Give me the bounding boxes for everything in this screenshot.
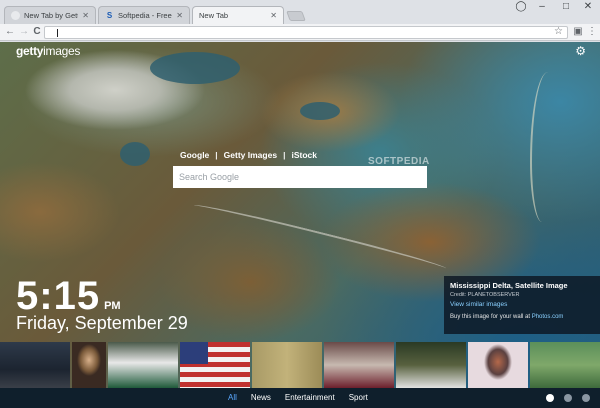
lake-shape: [120, 142, 150, 166]
clock-ampm: PM: [104, 300, 121, 312]
link-getty-images[interactable]: Getty Images: [224, 150, 277, 160]
search-input[interactable]: [173, 166, 427, 188]
back-button[interactable]: ←: [4, 26, 16, 38]
thumbnail-strip: [0, 342, 600, 388]
image-title: Mississippi Delta, Satellite Image: [450, 281, 568, 290]
lake-shape: [150, 52, 240, 84]
coastline-shape: [530, 72, 560, 222]
toolbar: ← → C ☆ ▣ ⋮: [0, 24, 600, 41]
flag-canton: [180, 342, 208, 364]
thumbnail[interactable]: [396, 342, 466, 388]
forward-button[interactable]: →: [18, 26, 30, 38]
separator: |: [215, 150, 218, 160]
thumbnail[interactable]: [252, 342, 322, 388]
link-istock[interactable]: iStock: [291, 150, 317, 160]
maximize-button[interactable]: □: [556, 1, 576, 12]
getty-favicon-icon: [11, 11, 20, 20]
new-tab-page: gettyimages ⚙ Google | Getty Images | iS…: [0, 42, 600, 408]
pager-dot[interactable]: [582, 394, 590, 402]
search-engine-links: Google | Getty Images | iStock: [180, 150, 330, 160]
image-credit: Credit: PLANETOBSERVER: [450, 292, 520, 298]
pager-dot[interactable]: [564, 394, 572, 402]
river-shape: [192, 200, 448, 274]
thumbnail[interactable]: [72, 342, 106, 388]
menu-icon[interactable]: ⋮: [586, 26, 598, 38]
minimize-button[interactable]: –: [532, 1, 552, 12]
tab-entertainment[interactable]: Entertainment: [285, 393, 335, 402]
buy-print-text: Buy this image for your wall at Photos.c…: [450, 314, 564, 320]
getty-images-logo[interactable]: gettyimages: [16, 44, 80, 58]
tab-news[interactable]: News: [251, 393, 271, 402]
profile-icon[interactable]: ◯: [511, 1, 531, 12]
extension-icon[interactable]: ▣: [572, 26, 584, 38]
tab-all[interactable]: All: [228, 393, 237, 402]
thumbnail[interactable]: [530, 342, 600, 388]
pager-dots: [546, 394, 590, 402]
thumbnail[interactable]: [324, 342, 394, 388]
tab-title: New Tab by Getty Images: [24, 11, 78, 20]
tab-softpedia[interactable]: S Softpedia - Free Downloads ✕: [98, 6, 190, 24]
reload-button[interactable]: C: [31, 26, 43, 38]
thumbnail[interactable]: [180, 342, 250, 388]
address-bar[interactable]: ☆: [44, 26, 568, 39]
view-similar-link[interactable]: View similar images: [450, 301, 594, 308]
new-tab-button[interactable]: [286, 11, 306, 21]
text-caret: [57, 29, 58, 37]
pager-dot[interactable]: [546, 394, 554, 402]
bookmark-star-icon[interactable]: ☆: [554, 26, 563, 37]
thumbnail[interactable]: [468, 342, 528, 388]
tab-strip: New Tab by Getty Images ✕ S Softpedia - …: [0, 0, 600, 24]
category-tabs: All News Entertainment Sport: [228, 393, 382, 402]
close-tab-icon[interactable]: ✕: [176, 11, 183, 20]
clock-date: Friday, September 29: [16, 313, 188, 333]
tab-new-tab[interactable]: New Tab ✕: [192, 6, 284, 24]
gear-icon[interactable]: ⚙: [575, 44, 586, 58]
tab-sport[interactable]: Sport: [349, 393, 368, 402]
separator: |: [283, 150, 286, 160]
close-tab-icon[interactable]: ✕: [270, 11, 277, 20]
tab-title: New Tab: [199, 11, 229, 20]
close-window-button[interactable]: ✕: [578, 1, 598, 12]
photos-com-link[interactable]: Photos.com: [532, 314, 564, 320]
link-google[interactable]: Google: [180, 150, 209, 160]
image-info-panel: Mississippi Delta, Satellite Image Credi…: [444, 276, 600, 334]
clock: 5:15 PM Friday, September 29: [16, 274, 188, 334]
browser-window: New Tab by Getty Images ✕ S Softpedia - …: [0, 0, 600, 408]
tab-getty[interactable]: New Tab by Getty Images ✕: [4, 6, 96, 24]
softpedia-favicon-icon: S: [106, 11, 113, 20]
category-bar: All News Entertainment Sport: [0, 388, 600, 408]
lake-shape: [300, 102, 340, 120]
thumbnail[interactable]: [0, 342, 70, 388]
thumbnail[interactable]: [108, 342, 178, 388]
tab-title: Softpedia - Free Downloads: [118, 11, 172, 20]
close-tab-icon[interactable]: ✕: [82, 11, 89, 20]
